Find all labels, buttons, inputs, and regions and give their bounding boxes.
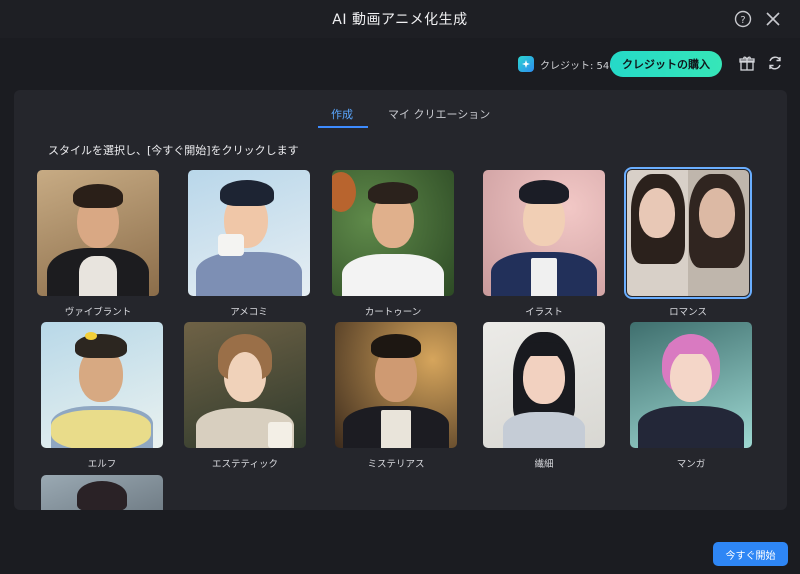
gift-icon[interactable] xyxy=(738,54,756,72)
style-thumbnail xyxy=(335,322,457,448)
style-thumbnail xyxy=(37,170,159,296)
style-label: カートゥーン xyxy=(364,307,422,318)
style-label: 繊細 xyxy=(534,459,554,470)
svg-text:?: ? xyxy=(740,15,745,26)
style-label: ヴァイブラント xyxy=(64,307,132,318)
credit-text: クレジット: 540 xyxy=(540,60,616,72)
style-card-elf[interactable]: エルフ xyxy=(41,322,163,470)
style-label: ロマンス xyxy=(669,307,707,318)
style-card-aesthetic[interactable]: エステティック xyxy=(184,322,306,470)
instruction-text: スタイルを選択し、[今すぐ開始]をクリックします xyxy=(48,144,299,157)
tab-my-creations[interactable]: マイ クリエーション xyxy=(388,106,490,128)
title-bar: AI 動画アニメ化生成 ? xyxy=(0,0,800,38)
help-icon[interactable]: ? xyxy=(733,9,753,29)
style-thumbnail xyxy=(630,322,752,448)
active-tab-indicator xyxy=(318,126,368,128)
style-thumbnail xyxy=(41,475,163,510)
style-card-manga[interactable]: マンガ xyxy=(630,322,752,470)
style-thumbnail xyxy=(188,170,310,296)
style-panel: 作成 マイ クリエーション スタイルを選択し、[今すぐ開始]をクリックします ヴ… xyxy=(14,90,787,510)
style-thumbnail xyxy=(483,170,605,296)
style-thumbnail xyxy=(483,322,605,448)
style-card-partial[interactable] xyxy=(41,475,163,510)
style-card-mysterious[interactable]: ミステリアス xyxy=(335,322,457,470)
credit-display: クレジット: 540 xyxy=(518,56,616,72)
style-card-cartoon[interactable]: カートゥーン xyxy=(332,170,454,318)
credit-icon xyxy=(518,56,534,72)
style-label: アメコミ xyxy=(230,307,268,318)
style-label: エルフ xyxy=(87,459,117,470)
tab-create[interactable]: 作成 xyxy=(331,106,353,128)
style-label: イラスト xyxy=(525,307,563,318)
style-card-illustration[interactable]: イラスト xyxy=(483,170,605,318)
style-label: エステティック xyxy=(212,459,278,470)
close-icon[interactable] xyxy=(763,9,783,29)
style-thumbnail xyxy=(184,322,306,448)
style-thumbnail xyxy=(332,170,454,296)
style-thumbnail xyxy=(624,167,752,299)
style-card-delicate[interactable]: 繊細 xyxy=(483,322,605,470)
style-label: ミステリアス xyxy=(367,459,425,470)
style-card-romance[interactable]: ロマンス xyxy=(624,167,752,318)
style-card-american-comic[interactable]: アメコミ xyxy=(188,170,310,318)
tab-bar: 作成 マイ クリエーション xyxy=(14,106,787,130)
window-title: AI 動画アニメ化生成 xyxy=(332,12,468,28)
footer-bar: 今すぐ開始 xyxy=(0,520,800,574)
start-now-button[interactable]: 今すぐ開始 xyxy=(713,542,788,566)
style-card-vibrant[interactable]: ヴァイブラント xyxy=(37,170,159,318)
toolbar: クレジット: 540 クレジットの購入 xyxy=(0,38,800,90)
style-label: マンガ xyxy=(676,459,706,470)
refresh-icon[interactable] xyxy=(766,54,784,72)
style-thumbnail xyxy=(41,322,163,448)
buy-credits-button[interactable]: クレジットの購入 xyxy=(610,51,722,77)
